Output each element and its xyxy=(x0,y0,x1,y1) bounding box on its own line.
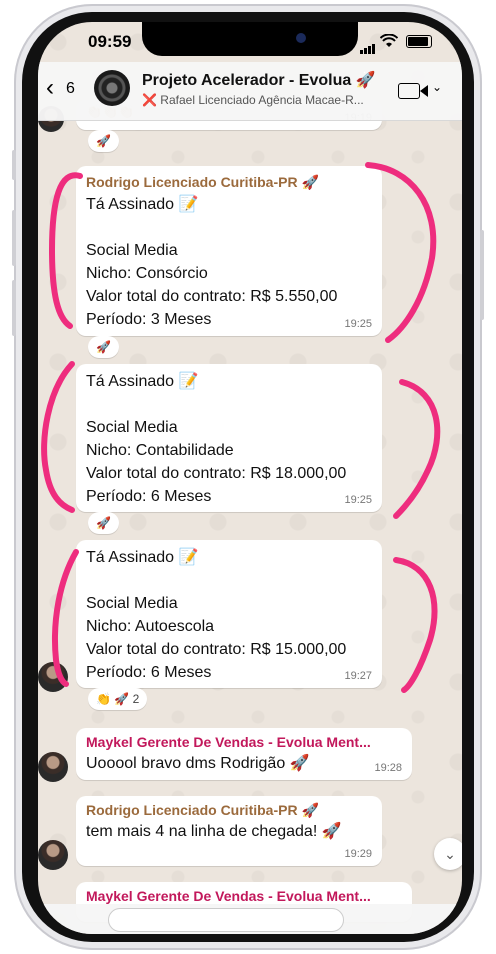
message-bubble-5[interactable]: Rodrigo Licenciado Curitiba-PR 🚀 tem mai… xyxy=(76,796,382,866)
side-button-volume-up xyxy=(12,210,16,266)
message-line: Período: 6 Meses xyxy=(86,488,212,505)
message-line: Período: 3 Meses xyxy=(86,311,212,328)
message-time: 19:29 xyxy=(344,848,372,860)
message-line: Nicho: Autoescola xyxy=(86,618,215,635)
message-line: Tá Assinado 📝 xyxy=(86,549,199,566)
message-line: Valor total do contrato: R$ 5.550,00 xyxy=(86,288,338,305)
message-line xyxy=(86,393,346,416)
compose-bar xyxy=(38,904,462,934)
message-text: Uooool bravo dms Rodrigão 🚀 xyxy=(86,755,310,772)
wifi-icon xyxy=(380,34,398,47)
message-time: 19:27 xyxy=(344,670,372,682)
message-bubble-2[interactable]: Tá Assinado 📝 Social Media Nicho: Contab… xyxy=(76,364,382,512)
back-chevron-icon[interactable]: ‹ xyxy=(46,74,54,102)
message-line: Tá Assinado 📝 xyxy=(86,196,199,213)
message-text: Tá Assinado 📝 Social Media Nicho: Autoes… xyxy=(86,546,346,684)
video-call-lens xyxy=(420,85,428,97)
reaction-emoji: 👏 🚀 xyxy=(96,692,130,706)
group-subtitle-text: Rafael Licenciado Agência Macae-R... xyxy=(160,93,364,107)
message-line xyxy=(86,569,346,592)
message-bubble-1[interactable]: Rodrigo Licenciado Curitiba-PR 🚀 Tá Assi… xyxy=(76,166,382,336)
side-button-power xyxy=(480,230,484,320)
group-avatar[interactable] xyxy=(94,70,130,106)
message-line: Social Media xyxy=(86,595,178,612)
message-line: Nicho: Consórcio xyxy=(86,265,208,282)
message-text: Tá Assinado 📝 Social Media Nicho: Contab… xyxy=(86,370,346,508)
message-line xyxy=(86,216,337,239)
message-line: Valor total do contrato: R$ 18.000,00 xyxy=(86,465,347,482)
message-bubble-4[interactable]: Maykel Gerente De Vendas - Evolua Ment..… xyxy=(76,728,412,780)
message-text: Tá Assinado 📝 Social Media Nicho: Consór… xyxy=(86,193,337,331)
avatar[interactable] xyxy=(38,752,68,782)
message-line: Social Media xyxy=(86,242,178,259)
sender-name: Maykel Gerente De Vendas - Evolua Ment..… xyxy=(86,734,371,750)
group-subtitle[interactable]: ❌ Rafael Licenciado Agência Macae-R... xyxy=(142,93,390,107)
reaction-count: 2 xyxy=(132,692,140,706)
message-text: tem mais 4 na linha de chegada! 🚀 xyxy=(86,823,342,840)
message-line: Valor total do contrato: R$ 15.000,00 xyxy=(86,641,347,658)
side-button-mute xyxy=(12,150,16,180)
phone-screen: 👏🏼👏🏼👏🏼 19:19 🚀 Rodrigo Licenciado Curiti… xyxy=(38,22,462,934)
message-reaction[interactable]: 🚀 xyxy=(88,512,119,534)
message-line: Social Media xyxy=(86,419,178,436)
reaction-emoji: 🚀 xyxy=(96,516,111,530)
status-time: 09:59 xyxy=(88,32,132,51)
reaction-emoji: 🚀 xyxy=(96,134,111,148)
message-line: Tá Assinado 📝 xyxy=(86,373,199,390)
message-line: Período: 6 Meses xyxy=(86,664,212,681)
signal-icon xyxy=(360,36,376,54)
sender-name: Maykel Gerente De Vendas - Evolua Ment..… xyxy=(86,888,371,904)
battery-level xyxy=(408,37,428,46)
message-reaction[interactable]: 🚀 xyxy=(88,130,119,152)
sender-name: Rodrigo Licenciado Curitiba-PR 🚀 xyxy=(86,174,319,190)
battery-icon xyxy=(406,35,432,48)
reaction-emoji: 🚀 xyxy=(96,340,111,354)
message-reaction[interactable]: 👏 🚀 2 xyxy=(88,688,148,710)
side-button-volume-down xyxy=(12,280,16,336)
notch xyxy=(142,22,358,56)
video-call-icon[interactable] xyxy=(398,83,420,99)
front-camera xyxy=(296,33,306,43)
chat-header: ‹ 6 Projeto Acelerador - Evolua 🚀 ❌ Rafa… xyxy=(38,62,462,121)
message-reaction[interactable]: 🚀 xyxy=(88,336,119,358)
message-line: Nicho: Contabilidade xyxy=(86,442,234,459)
sender-name: Rodrigo Licenciado Curitiba-PR 🚀 xyxy=(86,802,319,818)
back-count[interactable]: 6 xyxy=(66,80,75,98)
message-time: 19:28 xyxy=(374,762,402,774)
chevron-down-icon[interactable]: ⌄ xyxy=(432,80,442,94)
message-time: 19:25 xyxy=(344,318,372,330)
message-input[interactable] xyxy=(108,908,344,932)
avatar[interactable] xyxy=(38,662,68,692)
group-title[interactable]: Projeto Acelerador - Evolua 🚀 xyxy=(142,70,376,90)
scroll-down-icon[interactable]: ⌄ xyxy=(434,838,462,870)
message-bubble-3[interactable]: Tá Assinado 📝 Social Media Nicho: Autoes… xyxy=(76,540,382,688)
cross-mark-icon: ❌ xyxy=(142,93,157,107)
message-time: 19:25 xyxy=(344,494,372,506)
avatar[interactable] xyxy=(38,840,68,870)
